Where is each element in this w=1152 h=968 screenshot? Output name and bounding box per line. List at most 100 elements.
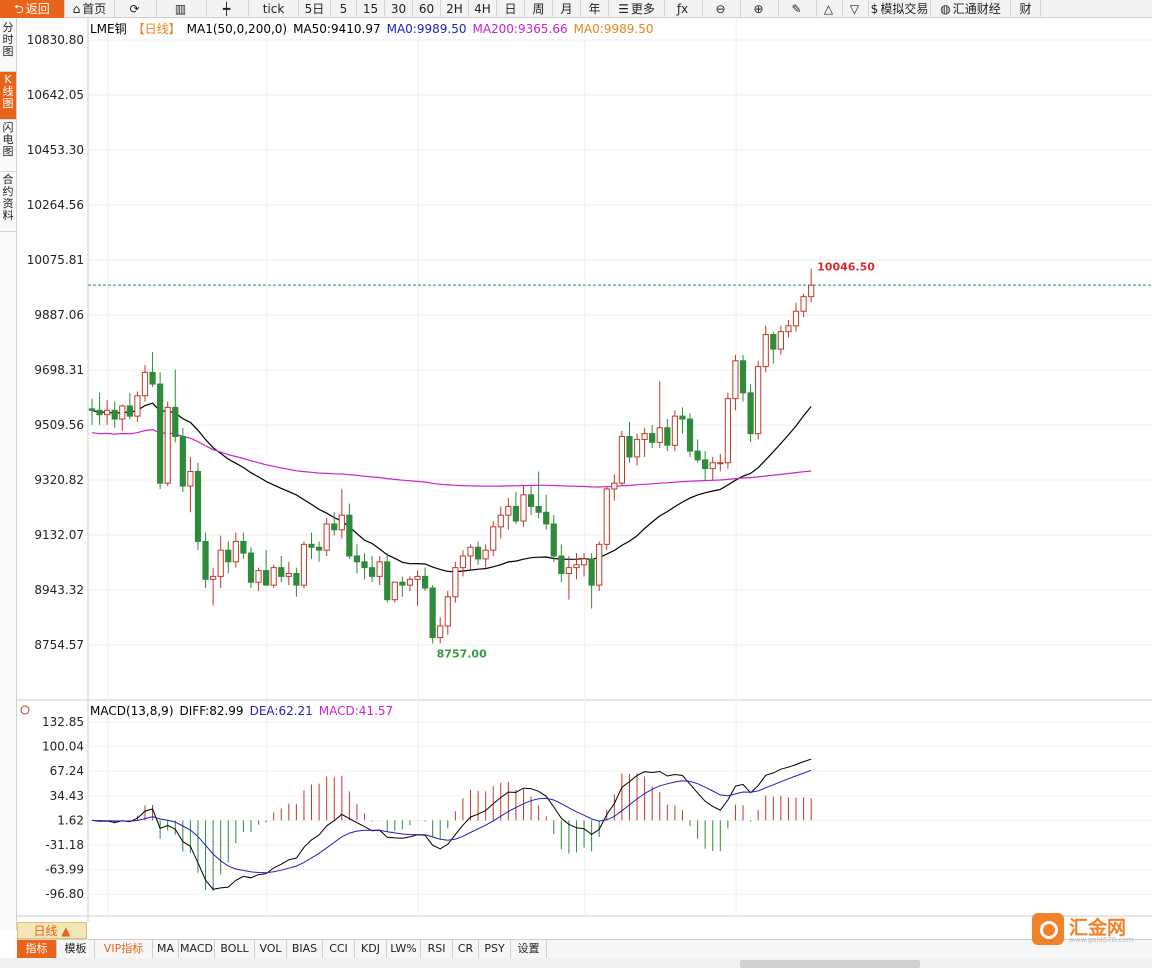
toolbar-sim-button[interactable]: $ 模拟交易 (869, 0, 931, 18)
toolbar-15-button[interactable]: 15 (357, 0, 385, 18)
toolbar-chart-type-button[interactable]: ▥ (157, 0, 207, 18)
indicator-tab-设置[interactable]: 设置 (511, 940, 547, 958)
triangle-up-icon: △ (823, 2, 834, 16)
toolbar-year-button[interactable]: 年 (581, 0, 609, 18)
y-tick-label: 10264.56 (27, 198, 84, 212)
candle-body (255, 570, 262, 583)
toolbar-month-label: 月 (560, 2, 573, 16)
toolbar-5d-button[interactable]: 5日 (299, 0, 331, 18)
candle-body (285, 572, 292, 577)
toolbar-5-label: 5 (339, 2, 348, 16)
toolbar-back-button[interactable]: ⮌ 返回 (0, 0, 65, 18)
indicator-tab-模板[interactable]: 模板 (57, 940, 95, 958)
candle-body (323, 523, 330, 551)
indicator-tab-指标[interactable]: 指标 (17, 940, 57, 958)
toolbar-fx-button[interactable]: ƒx (665, 0, 703, 18)
macd-y-tick-label: -96.80 (45, 887, 84, 901)
candle-body (641, 433, 648, 440)
candle-body (338, 514, 345, 531)
toolbar-4h-label: 4H (474, 2, 491, 16)
pencil-icon: ✎ (791, 2, 802, 16)
candle-body (679, 415, 686, 420)
indicator-tab-kdj[interactable]: KDJ (355, 940, 387, 958)
indicator-tab-macd[interactable]: MACD (179, 940, 215, 958)
toolbar-tick-label: tick (262, 2, 285, 16)
indicator-tab-lw[interactable]: LW% (387, 940, 421, 958)
candle-body (656, 427, 663, 443)
brand-logo: 汇金网 www.gold678.com (1032, 913, 1142, 945)
legend-ma-item: MA0:9989.50 (387, 22, 467, 36)
candle-body (633, 438, 641, 458)
indicator-tab-vip指标[interactable]: VIP指标 (95, 940, 153, 958)
indicator-tab-bias[interactable]: BIAS (287, 940, 323, 958)
candle-body (611, 482, 618, 490)
toolbar-5-button[interactable]: 5 (331, 0, 357, 18)
candle-body (792, 310, 800, 327)
legend-ma-item: MA200:9365.66 (472, 22, 567, 36)
indicator-tab-ma[interactable]: MA (153, 940, 179, 958)
toolbar-week-button[interactable]: 周 (525, 0, 553, 18)
menu-icon: ☰ (618, 2, 629, 16)
zoom-out-icon: ⊖ (715, 2, 726, 16)
toolbar-2h-button[interactable]: 2H (441, 0, 469, 18)
legend-ma-item: MA0:9989.50 (574, 22, 654, 36)
legend-period: 【日线】 (133, 22, 181, 36)
candle-body (474, 546, 482, 560)
candle-body (770, 334, 777, 350)
toolbar-4h-button[interactable]: 4H (469, 0, 497, 18)
macd-y-tick-label: 1.62 (57, 813, 84, 827)
candle-body (134, 395, 141, 417)
candle-body (550, 523, 557, 557)
toolbar-draw-button[interactable]: ✎ (779, 0, 817, 18)
candle-body (263, 570, 270, 586)
toolbar-more-button[interactable]: ☰ 更多 (609, 0, 665, 18)
toolbar-5d-label: 5日 (304, 2, 325, 16)
toolbar-tick-button[interactable]: tick (249, 0, 299, 18)
toolbar-news-button[interactable]: ◍ 汇通财经 (931, 0, 1011, 18)
indicator-tab-cci[interactable]: CCI (323, 940, 355, 958)
indicator-tab-cr[interactable]: CR (453, 940, 479, 958)
toolbar-refresh-button[interactable]: ⟳ (115, 0, 157, 18)
toolbar-tri-down-button[interactable]: ▽ (843, 0, 869, 18)
candle-body (694, 450, 701, 461)
macd-y-tick-label: 100.04 (42, 740, 84, 754)
toolbar-year-label: 年 (588, 2, 601, 16)
toolbar-day-button[interactable]: 日 (497, 0, 525, 18)
y-tick-label: 9320.82 (34, 473, 84, 487)
refresh-icon: ⟳ (129, 2, 140, 16)
zoom-in-icon: ⊕ (753, 2, 764, 16)
toolbar-more-label: 更多 (630, 2, 655, 16)
toolbar-60-button[interactable]: 60 (413, 0, 441, 18)
candle-body (429, 587, 436, 639)
candle-body (785, 325, 792, 333)
toolbar-zoom-in-button[interactable]: ⊕ (741, 0, 779, 18)
y-tick-label: 9132.07 (34, 528, 84, 542)
candle-body (270, 567, 277, 586)
macd-dea-line (91, 769, 812, 874)
toolbar-home-button[interactable]: ⌂ 首页 (65, 0, 115, 18)
logo-site: www.gold678.com (1069, 936, 1134, 944)
scroll-thumb[interactable] (740, 960, 920, 968)
candle-body (520, 494, 527, 522)
indicator-tab-vol[interactable]: VOL (255, 940, 287, 958)
bar-chart-icon: ▥ (174, 2, 187, 16)
toolbar-candle-button[interactable]: ┿ (207, 0, 249, 18)
toolbar-cut-label: 财 (1019, 2, 1032, 16)
period-button[interactable]: 日线 ▲ (17, 922, 87, 939)
toolbar-tri-up-button[interactable]: △ (817, 0, 843, 18)
candle-body (421, 575, 429, 589)
candle-body (240, 540, 247, 554)
indicator-tab-boll[interactable]: BOLL (215, 940, 255, 958)
candle-body (482, 549, 489, 560)
toolbar-cut-button[interactable]: 财 (1011, 0, 1041, 18)
y-tick-label: 9887.06 (34, 308, 84, 322)
candle-body (346, 514, 353, 557)
toolbar-30-button[interactable]: 30 (385, 0, 413, 18)
candle-body (732, 360, 739, 400)
toolbar-zoom-out-button[interactable]: ⊖ (703, 0, 741, 18)
indicator-tab-psy[interactable]: PSY (479, 940, 511, 958)
macd-legend-title: MACD(13,8,9) (90, 704, 174, 718)
toolbar-month-button[interactable]: 月 (553, 0, 581, 18)
indicator-tab-rsi[interactable]: RSI (421, 940, 453, 958)
candle-body (111, 409, 118, 420)
